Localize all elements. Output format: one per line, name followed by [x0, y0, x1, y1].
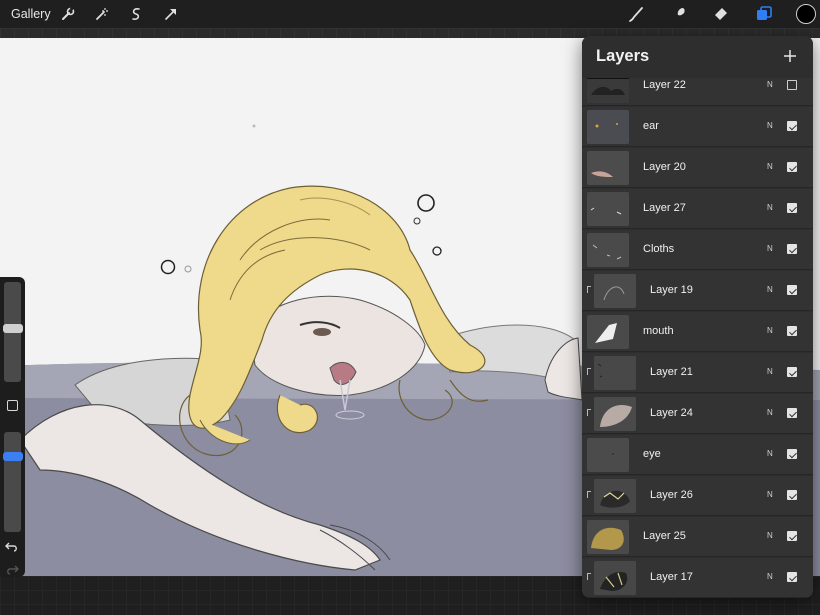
- layer-name: eye: [643, 448, 661, 460]
- blend-mode-button[interactable]: N: [767, 285, 773, 294]
- blend-mode-button[interactable]: N: [767, 203, 773, 212]
- gallery-button[interactable]: Gallery: [11, 7, 51, 21]
- visibility-checkbox[interactable]: [787, 203, 797, 213]
- clipping-mask-icon: [587, 491, 591, 498]
- blend-mode-button[interactable]: N: [767, 80, 773, 89]
- clipping-mask-icon: [587, 368, 591, 375]
- layer-thumbnail[interactable]: [587, 315, 629, 349]
- layer-name: Layer 25: [643, 530, 686, 542]
- visibility-checkbox[interactable]: [787, 367, 797, 377]
- layer-row[interactable]: Layer 21 N: [582, 353, 813, 393]
- visibility-checkbox[interactable]: [787, 408, 797, 418]
- layer-thumbnail[interactable]: [587, 78, 629, 103]
- layer-row[interactable]: Layer 24 N: [582, 394, 813, 434]
- layer-name: Layer 17: [650, 571, 693, 583]
- layer-thumbnail[interactable]: [594, 356, 636, 390]
- layer-list: Layer 22 Near N Layer 20 N Layer 27 N Cloths N La…: [582, 78, 813, 598]
- blend-mode-button[interactable]: N: [767, 367, 773, 376]
- clipping-mask-icon: [587, 573, 591, 580]
- brush-icon[interactable]: [627, 5, 645, 23]
- plus-icon[interactable]: [782, 48, 798, 64]
- blend-mode-button[interactable]: N: [767, 449, 773, 458]
- layer-row[interactable]: Layer 27 N: [582, 189, 813, 229]
- visibility-checkbox[interactable]: [787, 326, 797, 336]
- layer-name: Layer 22: [643, 79, 686, 91]
- smudge-icon[interactable]: [670, 5, 688, 23]
- layer-name: mouth: [643, 325, 674, 337]
- layer-name: Layer 21: [650, 366, 693, 378]
- layer-thumbnail[interactable]: [587, 110, 629, 144]
- left-sidebar: [0, 277, 25, 577]
- opacity-slider[interactable]: [3, 432, 23, 532]
- layer-name: ear: [643, 120, 659, 132]
- layer-name: Layer 27: [643, 202, 686, 214]
- visibility-checkbox[interactable]: [787, 244, 797, 254]
- layer-thumbnail[interactable]: [587, 233, 629, 267]
- layers-icon[interactable]: [755, 5, 773, 23]
- clipping-mask-icon: [587, 409, 591, 416]
- brush-size-thumb[interactable]: [3, 324, 23, 333]
- modify-button[interactable]: [7, 400, 18, 411]
- layer-row[interactable]: Layer 20 N: [582, 148, 813, 188]
- layer-thumbnail[interactable]: [594, 397, 636, 431]
- brush-size-slider[interactable]: [3, 282, 23, 382]
- layers-panel-header: Layers: [582, 36, 813, 78]
- layer-name: Cloths: [643, 243, 675, 255]
- layers-panel-title: Layers: [596, 47, 650, 65]
- undo-icon[interactable]: [5, 541, 19, 553]
- wrench-icon[interactable]: [59, 5, 77, 23]
- blend-mode-button[interactable]: N: [767, 244, 773, 253]
- visibility-checkbox[interactable]: [787, 572, 797, 582]
- layer-row[interactable]: Layer 19 N: [582, 271, 813, 311]
- magic-wand-icon[interactable]: [93, 5, 111, 23]
- visibility-checkbox[interactable]: [787, 162, 797, 172]
- color-picker-button[interactable]: [796, 4, 816, 24]
- layer-row[interactable]: ear N: [582, 107, 813, 147]
- layer-thumbnail[interactable]: [587, 438, 629, 472]
- blend-mode-button[interactable]: N: [767, 121, 773, 130]
- blend-mode-button[interactable]: N: [767, 326, 773, 335]
- eraser-icon[interactable]: [712, 5, 730, 23]
- selection-icon[interactable]: [127, 5, 145, 23]
- layer-thumbnail[interactable]: [587, 520, 629, 554]
- layer-thumbnail[interactable]: [587, 192, 629, 226]
- opacity-thumb[interactable]: [3, 452, 23, 461]
- visibility-checkbox[interactable]: [787, 449, 797, 459]
- layer-row[interactable]: mouth N: [582, 312, 813, 352]
- top-toolbar: Gallery: [0, 0, 820, 28]
- visibility-checkbox[interactable]: [787, 121, 797, 131]
- blend-mode-button[interactable]: N: [767, 490, 773, 499]
- layer-row[interactable]: Layer 17 N: [582, 558, 813, 598]
- visibility-checkbox[interactable]: [787, 531, 797, 541]
- layer-thumbnail[interactable]: [587, 151, 629, 185]
- layer-name: Layer 24: [650, 407, 693, 419]
- visibility-checkbox[interactable]: [787, 285, 797, 295]
- visibility-checkbox[interactable]: [787, 80, 797, 90]
- layers-panel: Layers Layer 22 Near N Layer 20 N Layer 27 N Cl…: [582, 36, 813, 598]
- layer-row[interactable]: Layer 25 N: [582, 517, 813, 557]
- blend-mode-button[interactable]: N: [767, 162, 773, 171]
- layer-thumbnail[interactable]: [594, 479, 636, 513]
- redo-icon[interactable]: [5, 564, 19, 576]
- blend-mode-button[interactable]: N: [767, 572, 773, 581]
- layer-thumbnail[interactable]: [594, 274, 636, 308]
- blend-mode-button[interactable]: N: [767, 531, 773, 540]
- layer-row[interactable]: Layer 22 N: [582, 78, 813, 106]
- layer-thumbnail[interactable]: [594, 561, 636, 595]
- layer-name: Layer 19: [650, 284, 693, 296]
- layer-row[interactable]: eye N: [582, 435, 813, 475]
- layer-name: Layer 26: [650, 489, 693, 501]
- layer-name: Layer 20: [643, 161, 686, 173]
- visibility-checkbox[interactable]: [787, 490, 797, 500]
- transform-arrow-icon[interactable]: [162, 5, 180, 23]
- layer-row[interactable]: Layer 26 N: [582, 476, 813, 516]
- clipping-mask-icon: [587, 286, 591, 293]
- blend-mode-button[interactable]: N: [767, 408, 773, 417]
- layer-row[interactable]: Cloths N: [582, 230, 813, 270]
